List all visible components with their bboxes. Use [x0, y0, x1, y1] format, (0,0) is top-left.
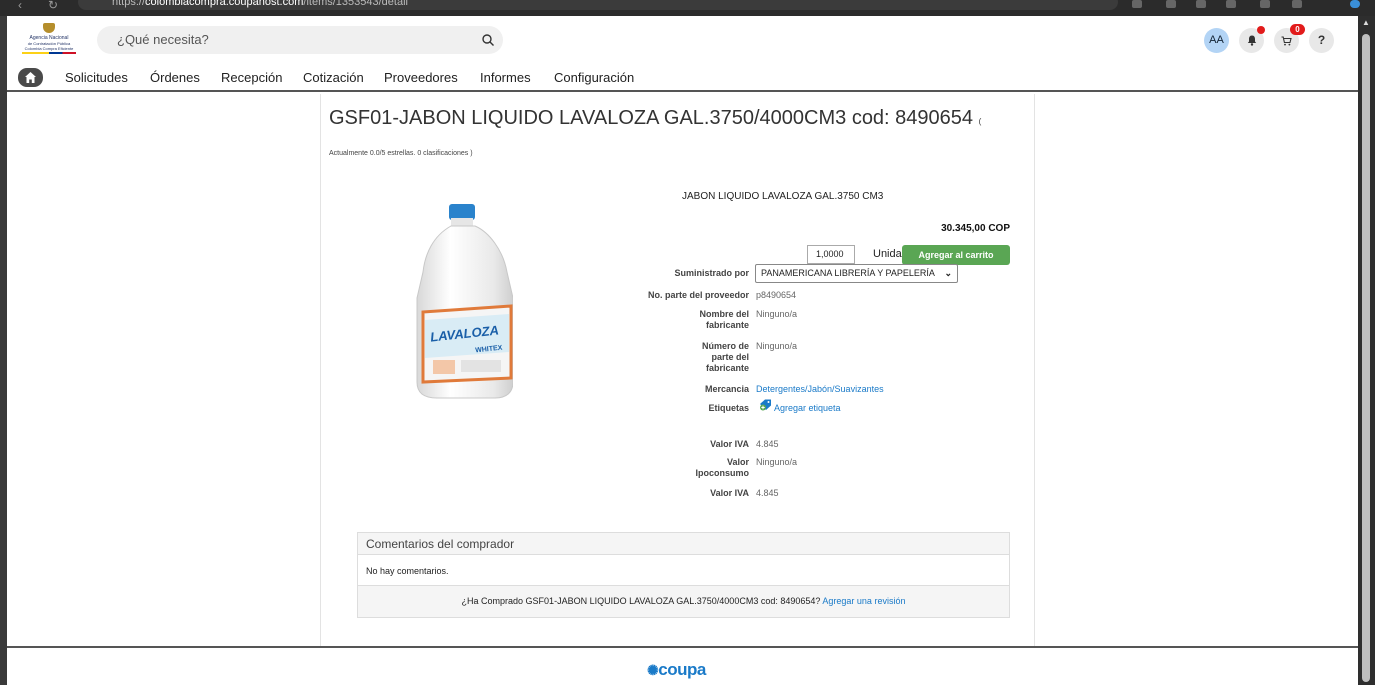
- url-host: colombiacompra.coupahost.com: [145, 0, 304, 8]
- scroll-up-icon[interactable]: ▲: [1362, 19, 1370, 27]
- notification-dot: [1257, 26, 1265, 34]
- comments-empty-text: No hay comentarios.: [366, 566, 449, 576]
- nav-proveedores[interactable]: Proveedores: [384, 70, 458, 85]
- vertical-scrollbar[interactable]: ▲: [1358, 16, 1375, 685]
- rating-text: Actualmente 0.0/5 estrellas. 0 clasifica…: [329, 150, 473, 157]
- ipoconsumo-label: Valor Ipoconsumo: [695, 457, 750, 478]
- iva-value-2: 4.845: [756, 488, 779, 498]
- cart-count-badge: 0: [1290, 24, 1305, 35]
- nav-ordenes[interactable]: Órdenes: [150, 70, 200, 85]
- product-price: 30.345,00 COP: [941, 223, 1010, 234]
- comments-title: Comentarios del comprador: [358, 533, 1009, 555]
- refresh-icon[interactable]: ↻: [48, 0, 58, 11]
- manufacturer-part-label: Número de parte del fabricante: [701, 341, 749, 373]
- supplier-selected-value: PANAMERICANA LIBRERÍA Y PAPELERÍA: [761, 268, 935, 278]
- back-icon[interactable]: ‹: [18, 0, 22, 11]
- commodity-link[interactable]: Detergentes/Jabón/Suavizantes: [756, 384, 884, 395]
- favorites-icon[interactable]: [1196, 0, 1206, 8]
- ipoconsumo-value: Ninguno/a: [756, 457, 798, 467]
- collections-icon[interactable]: [1226, 0, 1236, 8]
- page-footer: ✺coupa: [7, 646, 1358, 685]
- agency-logo[interactable]: Agencia Nacional de Contratación Pública…: [9, 23, 89, 57]
- page-title: GSF01-JABON LIQUIDO LAVALOZA GAL.3750/40…: [329, 107, 981, 130]
- avatar[interactable]: AA: [1204, 28, 1229, 53]
- manufacturer-name-value: Ninguno/a: [756, 309, 798, 319]
- coupa-burst-icon: ✺: [647, 662, 659, 678]
- browser-toolbar: ‹ ↻ https://colombiacompra.coupahost.com…: [0, 0, 1375, 16]
- page-viewport: Agencia Nacional de Contratación Pública…: [7, 16, 1358, 685]
- title-paren: (: [978, 117, 982, 126]
- search-placeholder: ¿Qué necesita?: [117, 32, 209, 47]
- settings-icon[interactable]: [1292, 0, 1302, 8]
- commodity-label: Mercancia: [704, 384, 749, 394]
- address-bar[interactable]: https://colombiacompra.coupahost.com/ite…: [78, 0, 1118, 10]
- manufacturer-part-value: Ninguno/a: [756, 341, 798, 351]
- coupa-wordmark: coupa: [658, 660, 706, 679]
- nav-solicitudes[interactable]: Solicitudes: [65, 70, 128, 85]
- split-view-icon[interactable]: [1166, 0, 1176, 8]
- app-header: Agencia Nacional de Contratación Pública…: [7, 16, 1358, 92]
- add-tag-icon[interactable]: [759, 399, 773, 411]
- copilot-icon[interactable]: [1350, 0, 1360, 8]
- iva-value: 4.845: [756, 439, 779, 449]
- search-input[interactable]: ¿Qué necesita?: [97, 26, 503, 54]
- buyer-comments-panel: Comentarios del comprador No hay comenta…: [357, 532, 1010, 618]
- home-icon: [25, 72, 36, 83]
- flag-stripe: [22, 52, 76, 54]
- review-prompt: ¿Ha Comprado GSF01-JABON LIQUIDO LAVALOZ…: [358, 585, 1009, 617]
- add-to-cart-button[interactable]: Agregar al carrito: [902, 245, 1010, 265]
- scrollbar-thumb[interactable]: [1362, 34, 1370, 682]
- coupa-logo[interactable]: ✺coupa: [647, 660, 706, 680]
- product-image[interactable]: LAVALOZA WHITEX: [403, 202, 513, 402]
- logo-line-3: Colombia Compra Eficiente: [24, 46, 74, 51]
- url-path: /items/1353543/detail: [303, 0, 408, 8]
- home-button[interactable]: [18, 68, 43, 87]
- product-description: JABON LIQUIDO LAVALOZA GAL.3750 CM3: [682, 191, 884, 202]
- supplier-part-value: p8490654: [756, 290, 797, 300]
- add-tag-link[interactable]: Agregar etiqueta: [774, 403, 841, 414]
- supplier-select[interactable]: PANAMERICANA LIBRERÍA Y PAPELERÍA ⌄: [755, 264, 958, 283]
- nav-configuracion[interactable]: Configuración: [554, 70, 634, 85]
- supplied-by-label: Suministrado por: [674, 268, 749, 278]
- url-prefix: https://: [112, 0, 146, 8]
- cart-icon: [1281, 36, 1292, 46]
- search-icon[interactable]: [481, 33, 495, 47]
- nav-recepcion[interactable]: Recepción: [221, 70, 282, 85]
- tags-label: Etiquetas: [708, 403, 749, 413]
- add-review-link[interactable]: Agregar una revisión: [822, 596, 905, 606]
- help-button[interactable]: ?: [1309, 28, 1334, 53]
- chevron-down-icon: ⌄: [944, 268, 952, 278]
- extension-icon[interactable]: [1132, 0, 1142, 8]
- manufacturer-name-label: Nombre del fabricante: [699, 309, 749, 330]
- iva-label-2: Valor IVA: [710, 488, 749, 498]
- profile-extension-icon[interactable]: [1260, 0, 1270, 8]
- right-column: [1034, 94, 1358, 646]
- crest-icon: [43, 23, 55, 33]
- review-question: ¿Ha Comprado GSF01-JABON LIQUIDO LAVALOZ…: [461, 596, 821, 606]
- supplier-part-label: No. parte del proveedor: [647, 290, 749, 300]
- iva-label: Valor IVA: [710, 439, 749, 449]
- quantity-input[interactable]: 1,0000: [807, 245, 855, 264]
- bell-icon: [1247, 35, 1256, 46]
- left-column: [7, 94, 321, 646]
- product-title: GSF01-JABON LIQUIDO LAVALOZA GAL.3750/40…: [329, 107, 974, 129]
- nav-informes[interactable]: Informes: [480, 70, 531, 85]
- nav-cotizacion[interactable]: Cotización: [303, 70, 364, 85]
